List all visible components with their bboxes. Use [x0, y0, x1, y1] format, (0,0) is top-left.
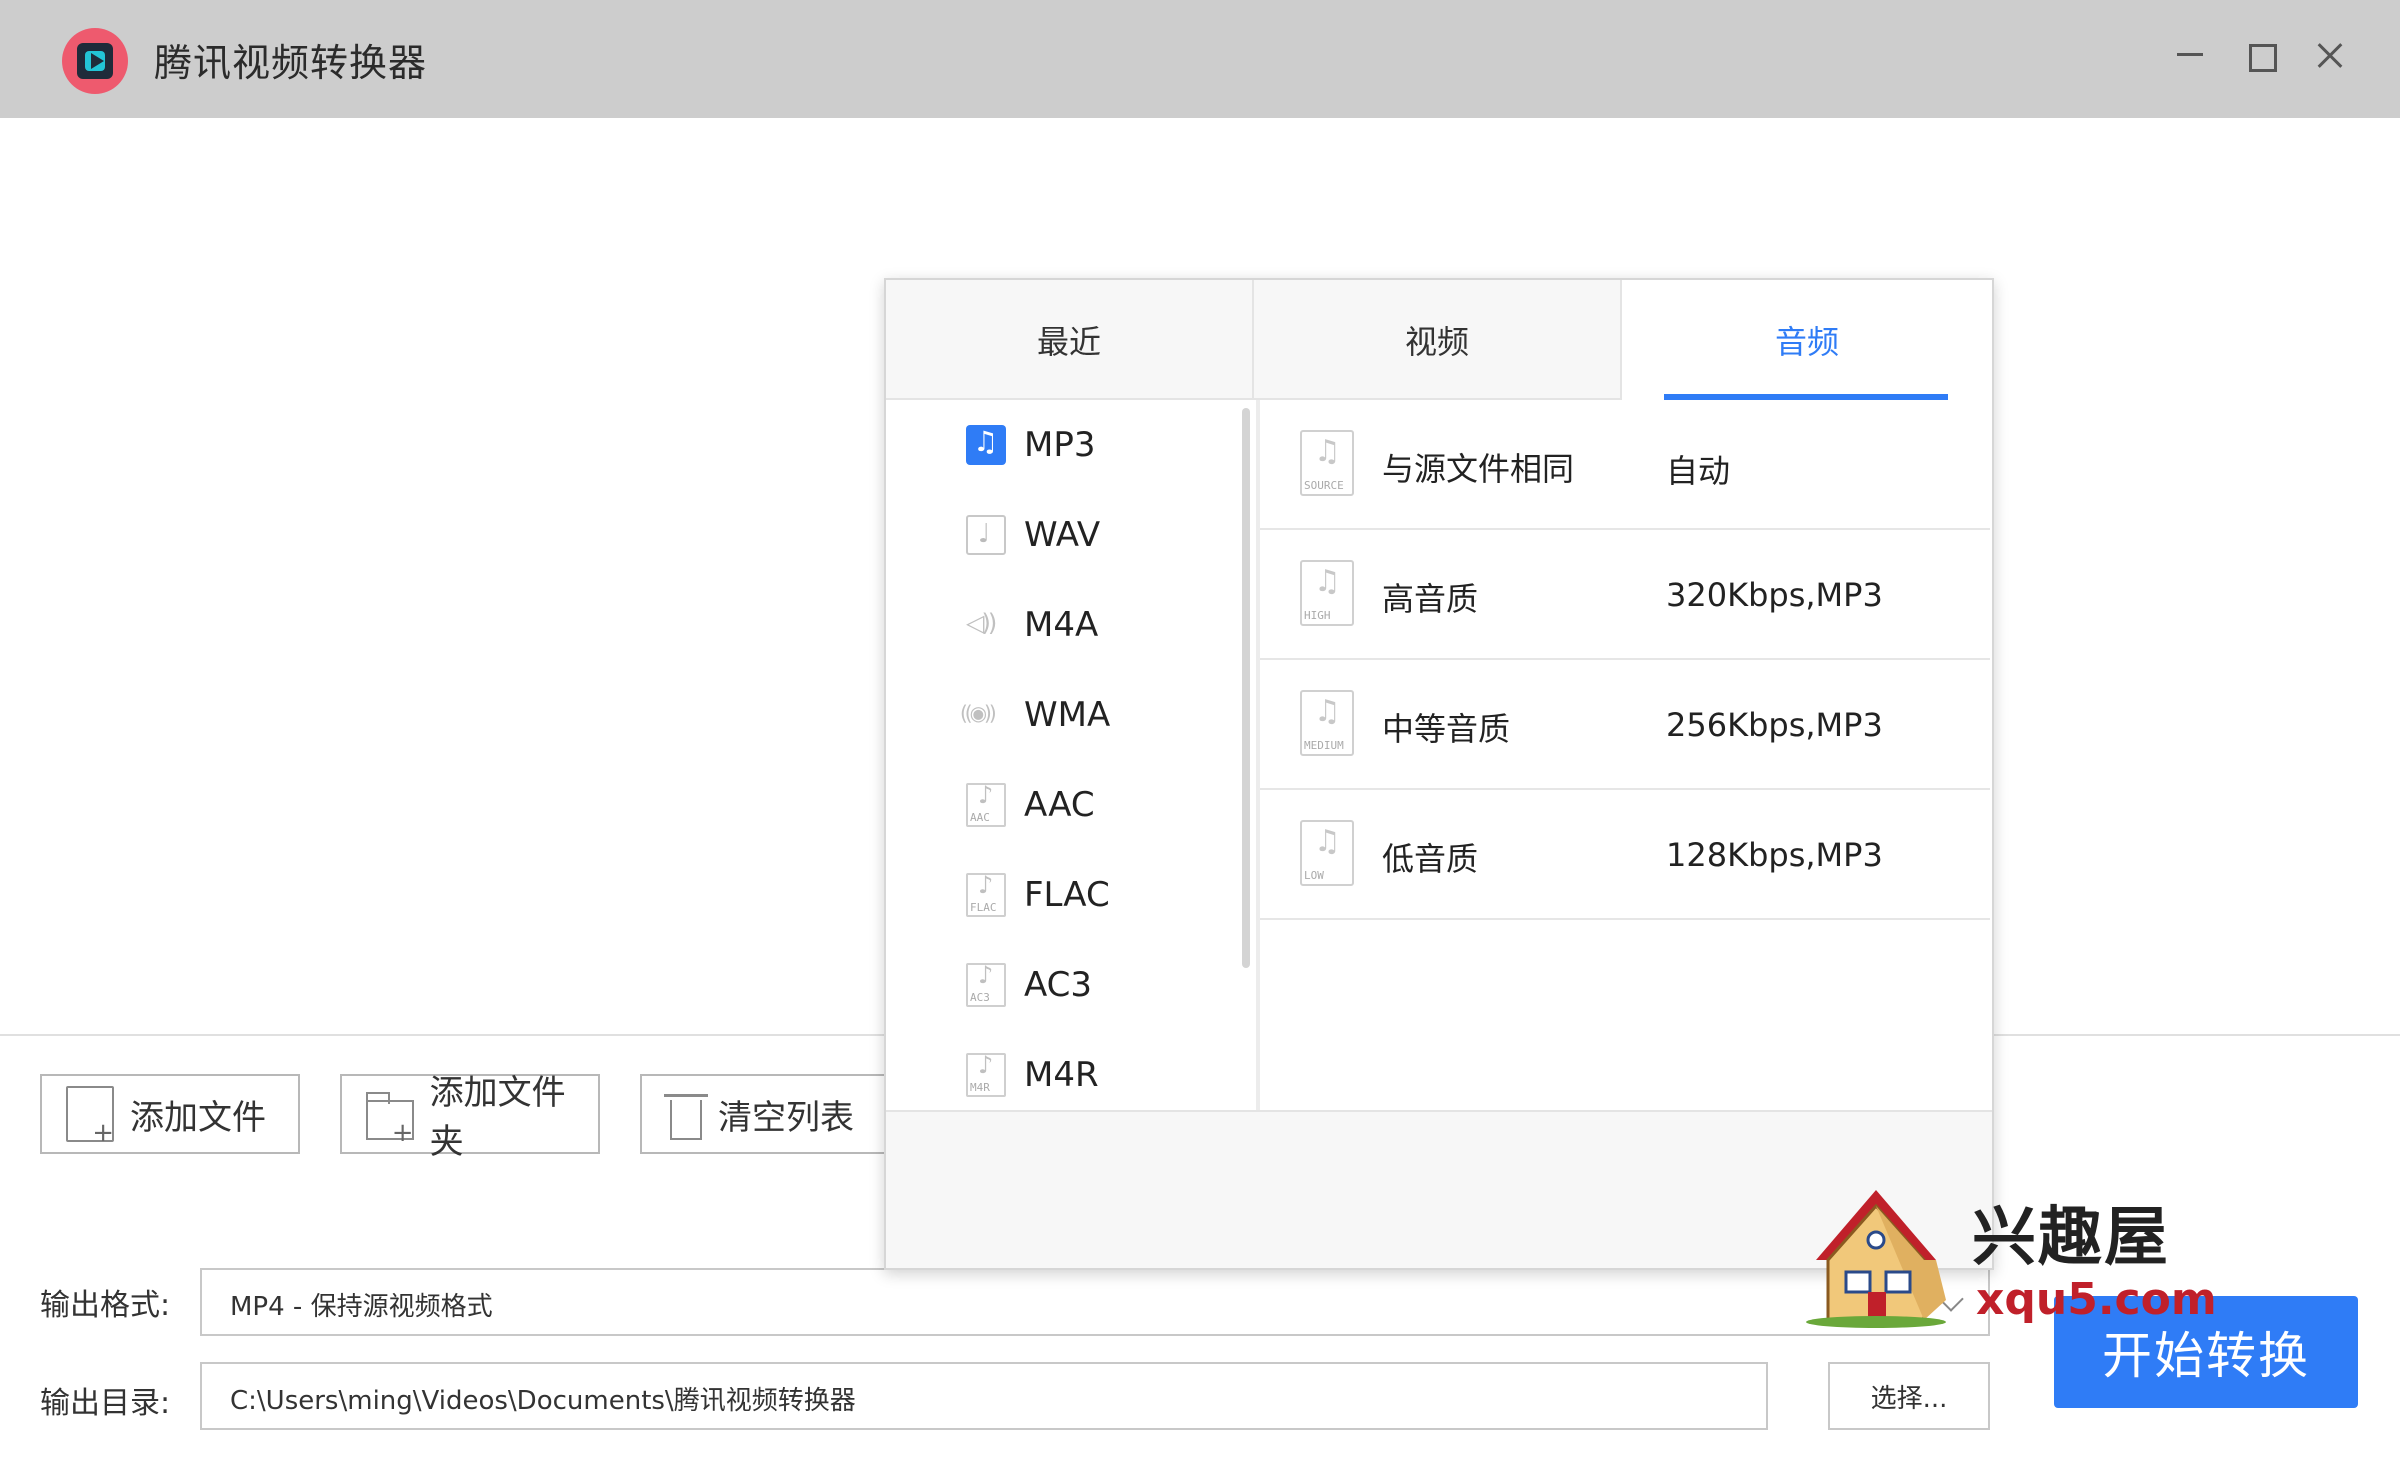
format-label: WMA: [1024, 695, 1111, 735]
output-format-value: MP4 - 保持源视频格式: [230, 1292, 493, 1322]
tab-video[interactable]: 视频: [1254, 280, 1622, 400]
format-item-aac[interactable]: AAC AAC: [886, 760, 1242, 850]
watermark-url: xqu5.com: [1976, 1274, 2217, 1325]
quality-value: 自动: [1666, 452, 1731, 490]
wma-icon: [960, 695, 1006, 735]
quality-row-low[interactable]: LOW 低音质 128Kbps,MP3: [1260, 790, 1990, 920]
ac3-file-icon: AC3: [966, 961, 1006, 1007]
app-logo-icon: [62, 28, 128, 94]
add-folder-label: 添加文件夹: [429, 1073, 566, 1162]
format-item-wav[interactable]: WAV: [886, 490, 1242, 580]
flac-file-icon: FLAC: [966, 871, 1006, 917]
format-label: MP3: [1024, 425, 1096, 465]
maximize-icon[interactable]: [2230, 26, 2290, 86]
format-label: M4A: [1024, 605, 1099, 645]
quality-value: 128Kbps,MP3: [1666, 836, 1883, 874]
format-label: AAC: [1024, 785, 1095, 825]
quality-row-medium[interactable]: MEDIUM 中等音质 256Kbps,MP3: [1260, 660, 1990, 790]
add-folder-button[interactable]: 添加文件夹: [340, 1073, 600, 1162]
format-label: M4R: [1024, 1055, 1099, 1095]
quality-row-source[interactable]: SOURCE 与源文件相同 自动: [1260, 400, 1990, 530]
format-item-m4r[interactable]: M4R M4R: [886, 1030, 1242, 1110]
source-quality-icon: SOURCE: [1300, 430, 1354, 496]
close-icon[interactable]: [2300, 26, 2360, 86]
quality-value: 320Kbps,MP3: [1666, 576, 1883, 614]
minimize-icon[interactable]: [2160, 26, 2220, 86]
format-tabs: 最近 视频 音频: [886, 280, 1992, 400]
add-file-label: 添加文件: [130, 1097, 266, 1138]
tab-audio[interactable]: 音频: [1622, 280, 1992, 400]
quality-name: 低音质: [1382, 840, 1479, 878]
aac-file-icon: AAC: [966, 781, 1006, 827]
output-format-label: 输出格式:: [40, 1288, 171, 1323]
format-item-wma[interactable]: WMA: [886, 670, 1242, 760]
format-label: WAV: [1024, 515, 1101, 555]
app-title: 腾讯视频转换器: [154, 41, 428, 85]
high-quality-icon: HIGH: [1300, 560, 1354, 626]
m4r-file-icon: M4R: [966, 1051, 1006, 1097]
quality-name: 中等音质: [1382, 710, 1511, 748]
output-dir-field[interactable]: C:\Users\ming\Videos\Documents\腾讯视频转换器: [200, 1362, 1768, 1430]
trash-icon: [664, 1094, 708, 1140]
speaker-icon: [966, 605, 1006, 645]
quality-row-high[interactable]: HIGH 高音质 320Kbps,MP3: [1260, 530, 1990, 660]
title-bar: 腾讯视频转换器: [0, 0, 2400, 118]
output-dir-value: C:\Users\ming\Videos\Documents\腾讯视频转换器: [230, 1386, 856, 1416]
tab-recent[interactable]: 最近: [886, 280, 1254, 400]
output-dir-label: 输出目录:: [40, 1386, 171, 1421]
format-label: AC3: [1024, 965, 1093, 1005]
output-format-select[interactable]: MP4 - 保持源视频格式: [200, 1268, 1990, 1336]
format-item-mp3[interactable]: MP3: [886, 400, 1242, 490]
quality-name: 高音质: [1382, 580, 1479, 618]
format-item-flac[interactable]: FLAC FLAC: [886, 850, 1242, 940]
add-file-button[interactable]: 添加文件: [40, 1074, 300, 1154]
clear-list-label: 清空列表: [718, 1097, 854, 1138]
format-item-ac3[interactable]: AC3 AC3: [886, 940, 1242, 1030]
quality-value: 256Kbps,MP3: [1666, 706, 1883, 744]
clear-list-button[interactable]: 清空列表: [640, 1074, 900, 1154]
medium-quality-icon: MEDIUM: [1300, 690, 1354, 756]
audio-format-list: MP3 WAV M4A WMA AAC AAC FLAC FLAC AC3 AC…: [886, 400, 1242, 1110]
format-list-scrollbar[interactable]: [1242, 408, 1250, 968]
add-file-icon: [66, 1086, 114, 1148]
music-note-icon: [966, 425, 1006, 465]
add-folder-icon: [366, 1092, 414, 1148]
format-item-m4a[interactable]: M4A: [886, 580, 1242, 670]
low-quality-icon: LOW: [1300, 820, 1354, 886]
choose-dir-button[interactable]: 选择...: [1828, 1362, 1990, 1430]
house-logo-icon: [1806, 1190, 1946, 1328]
format-label: FLAC: [1024, 875, 1110, 915]
watermark-text: 兴趣屋: [1972, 1201, 2170, 1275]
format-popup: 最近 视频 音频 MP3 WAV M4A WMA AAC AAC FLAC FL…: [884, 278, 1994, 1270]
watermark: 兴趣屋 xqu5.com: [1786, 1176, 2217, 1336]
wav-file-icon: [966, 515, 1006, 555]
quality-name: 与源文件相同: [1382, 450, 1575, 488]
